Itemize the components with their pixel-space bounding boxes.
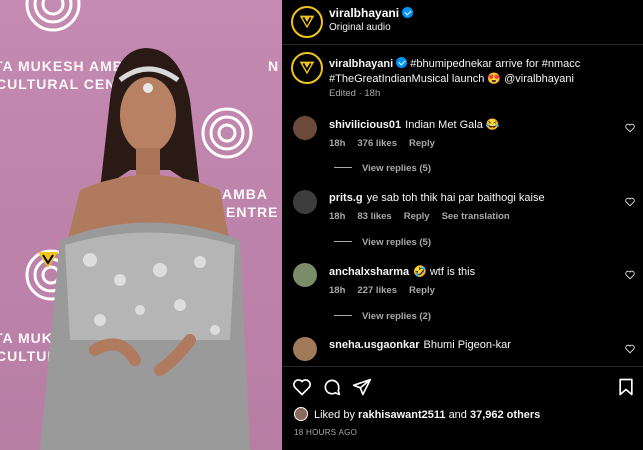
share-icon[interactable] — [352, 377, 372, 397]
comment-avatar[interactable] — [293, 263, 317, 287]
audio-label[interactable]: Original audio — [329, 22, 391, 33]
like-heart-icon[interactable] — [292, 377, 312, 397]
person-figure — [40, 48, 250, 450]
caption-text-1: #bhumipednekar arrive for #nmacc — [410, 58, 581, 70]
comment-username[interactable]: shivilicious01 — [329, 119, 401, 131]
comment-likes[interactable]: 376 likes — [357, 138, 397, 149]
comment-content: 🤣 wtf is this — [413, 266, 476, 278]
comment-likes[interactable]: 227 likes — [357, 285, 397, 296]
caption-meta: Edited · 18h — [329, 88, 381, 99]
comment-text: anchalxsharma 🤣 wtf is this — [329, 265, 475, 278]
reply-button[interactable]: Reply — [409, 285, 435, 296]
caption-text-2: #TheGreatIndianMusical launch 😍 @viralbh… — [329, 73, 574, 85]
verified-icon — [402, 7, 414, 18]
comment-likes[interactable]: 83 likes — [357, 211, 391, 222]
comment-content: ye sab toh thik hai par baithogi kaise — [366, 192, 545, 204]
comment-content: Indian Met Gala 😂 — [405, 119, 500, 131]
heart-icon[interactable] — [625, 344, 635, 354]
comment-icon[interactable] — [322, 377, 342, 397]
heart-icon[interactable] — [625, 123, 635, 133]
comment-text: shivilicious01 Indian Met Gala 😂 — [329, 118, 500, 131]
liker-avatar[interactable] — [294, 407, 308, 421]
comment-time: 18h — [329, 211, 346, 222]
comment-username[interactable]: prits.g — [329, 192, 363, 204]
comment-avatar[interactable] — [293, 337, 317, 361]
caption-edited: Edited — [329, 88, 356, 99]
liked-count[interactable]: 37,962 others — [470, 409, 540, 421]
reply-button[interactable]: Reply — [409, 138, 435, 149]
view-replies-button[interactable]: View replies (5) — [334, 237, 431, 248]
account-logo-icon — [299, 61, 315, 75]
caption-avatar[interactable] — [291, 52, 323, 84]
comment-meta: 18h 83 likes Reply See translation — [329, 211, 522, 222]
heart-icon[interactable] — [625, 270, 635, 280]
caption-time: 18h — [364, 88, 381, 99]
comment-avatar[interactable] — [293, 190, 317, 214]
liked-prefix: Liked by — [314, 409, 355, 421]
post-header: viralbhayani Original audio — [282, 0, 643, 45]
caption-username[interactable]: viralbhayani — [329, 58, 393, 70]
verified-icon — [396, 57, 408, 68]
view-replies-button[interactable]: View replies (5) — [334, 163, 431, 174]
post-actions: Liked by rakhisawant2511 and 37,962 othe… — [282, 366, 643, 450]
comment-meta: 18h 227 likes Reply — [329, 285, 447, 296]
comment-content: Bhumi Pigeon-kar — [423, 339, 511, 351]
post-media[interactable]: TA MUKESH AMBA CULTURAL CENTRE N AMBA EN… — [0, 0, 282, 450]
liked-and: and — [448, 409, 467, 421]
account-name[interactable]: viralbhayani — [329, 6, 414, 20]
comment-username[interactable]: sneha.usgaonkar — [329, 339, 419, 351]
comment-time: 18h — [329, 285, 346, 296]
reply-button[interactable]: Reply — [404, 211, 430, 222]
see-translation-button[interactable]: See translation — [442, 211, 510, 222]
comment-avatar[interactable] — [293, 116, 317, 140]
post-caption: viralbhayani #bhumipednekar arrive for #… — [329, 57, 629, 87]
account-logo-icon — [299, 15, 315, 29]
likes-summary: Liked by rakhisawant2511 and 37,962 othe… — [294, 407, 540, 421]
account-avatar[interactable] — [291, 6, 323, 38]
post-detail-panel: viralbhayani Original audio viralbhayani… — [282, 0, 643, 450]
view-replies-button[interactable]: View replies (2) — [334, 311, 431, 322]
comment-text: prits.g ye sab toh thik hai par baithogi … — [329, 192, 545, 204]
watermark-logo-icon — [38, 252, 58, 268]
comment-username[interactable]: anchalxsharma — [329, 266, 409, 278]
comment-meta: 18h 376 likes Reply — [329, 138, 447, 149]
bookmark-icon[interactable] — [616, 377, 636, 397]
comment-time: 18h — [329, 138, 346, 149]
post-timestamp[interactable]: 18 HOURS AGO — [294, 428, 357, 437]
logo-flower-top — [25, 0, 81, 32]
comment-text: sneha.usgaonkar Bhumi Pigeon-kar — [329, 339, 511, 351]
liked-user[interactable]: rakhisawant2511 — [358, 409, 445, 421]
heart-icon[interactable] — [625, 197, 635, 207]
bg-text-7: N — [268, 58, 280, 74]
